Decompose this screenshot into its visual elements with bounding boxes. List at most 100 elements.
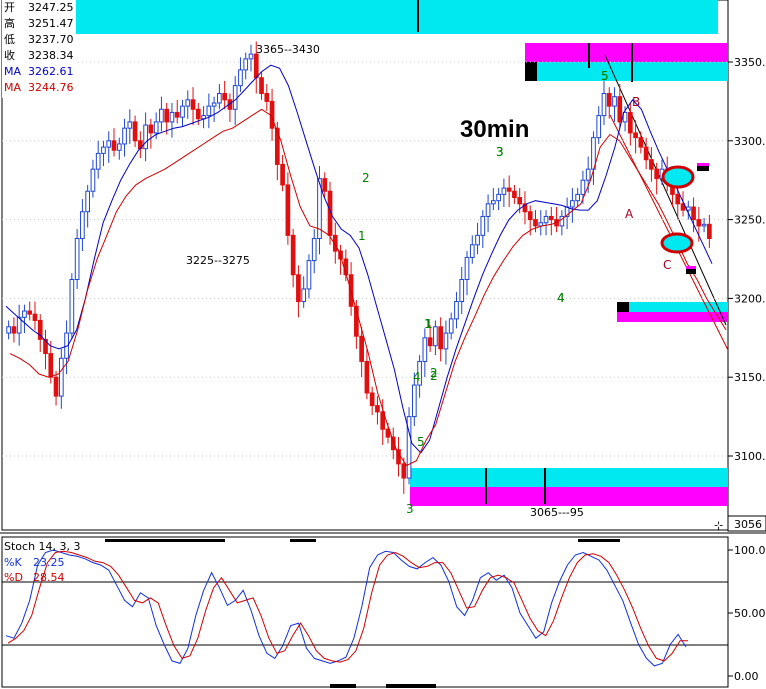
last-price-label: 3056 bbox=[734, 518, 762, 531]
candle-down bbox=[322, 178, 328, 192]
candle-up bbox=[106, 140, 112, 148]
wave-label: 4 bbox=[557, 291, 565, 305]
candle-down bbox=[375, 405, 380, 413]
candle-up bbox=[69, 278, 75, 334]
candle-down bbox=[190, 99, 196, 110]
stoch-panel-border bbox=[1, 536, 729, 688]
candle-up bbox=[311, 238, 317, 262]
candle-down bbox=[512, 190, 517, 199]
candle-up bbox=[469, 244, 475, 258]
candle-up bbox=[85, 190, 91, 213]
candle-up bbox=[433, 326, 438, 347]
y-tick-label: 3300. bbox=[734, 135, 766, 148]
candle-up bbox=[485, 203, 491, 217]
candle-up bbox=[459, 278, 465, 303]
zone-top-cyan bbox=[2, 0, 718, 34]
wave-label: 2 bbox=[430, 369, 438, 383]
candle-down bbox=[27, 310, 33, 315]
candle-up bbox=[143, 124, 148, 150]
candle-down bbox=[517, 197, 523, 205]
candle-down bbox=[533, 219, 538, 227]
candle-up bbox=[491, 200, 496, 205]
wave-label: 3 bbox=[406, 502, 414, 516]
y-tick-label: 3350. bbox=[734, 56, 766, 69]
stoch-y-tick-label: 100.00 bbox=[734, 544, 766, 557]
candle-up bbox=[501, 187, 507, 195]
ma2-label: MA bbox=[4, 81, 21, 94]
candle-down bbox=[53, 376, 59, 397]
candle-up bbox=[238, 69, 243, 87]
candle-down bbox=[627, 111, 633, 134]
candle-up bbox=[232, 85, 238, 110]
candle-up bbox=[443, 332, 449, 350]
wave-label: C bbox=[663, 258, 671, 272]
stoch-title: Stoch 14, 3, 3 bbox=[4, 540, 81, 553]
candle-down bbox=[548, 215, 554, 221]
candle-up bbox=[422, 337, 428, 362]
candle-up bbox=[58, 357, 64, 397]
wave-label: 1 bbox=[425, 317, 433, 331]
candle-down bbox=[253, 53, 259, 79]
candle-down bbox=[606, 93, 612, 107]
candle-up bbox=[22, 310, 27, 318]
low-label: 低 bbox=[4, 33, 15, 46]
candle-up bbox=[116, 143, 122, 151]
candle-down bbox=[164, 108, 170, 123]
candle-up bbox=[127, 121, 133, 129]
wave-label: A bbox=[625, 207, 634, 221]
candle-down bbox=[132, 121, 138, 142]
wave-label: 5 bbox=[601, 69, 609, 83]
zone-3350-block bbox=[525, 62, 537, 81]
wave-label: 5 bbox=[417, 435, 425, 449]
candle-down bbox=[285, 184, 291, 236]
candle-up bbox=[301, 288, 307, 303]
candle-up bbox=[475, 234, 480, 246]
ellipse-upper bbox=[661, 165, 695, 189]
info-box: 开 3247.25 高 3251.47 低 3237.70 收 3238.34 … bbox=[2, 0, 76, 98]
high-value: 3251.47 bbox=[28, 17, 74, 30]
stoch-k-label: %K bbox=[4, 556, 22, 569]
timeframe-label: 30min bbox=[460, 116, 529, 143]
candle-up bbox=[169, 111, 175, 123]
wave-label: B bbox=[632, 95, 640, 109]
candle-up bbox=[496, 193, 501, 202]
stoch-marker-4 bbox=[330, 684, 356, 688]
candle-up bbox=[596, 115, 602, 139]
y-tick-label: 3100. bbox=[734, 450, 766, 463]
candle-down bbox=[675, 193, 681, 205]
wave-label: 3 bbox=[496, 145, 504, 159]
zone-3350-magenta bbox=[525, 43, 728, 62]
candle-down bbox=[527, 211, 533, 221]
candle-down bbox=[290, 234, 296, 276]
candle-up bbox=[90, 168, 96, 192]
candle-up bbox=[206, 105, 212, 117]
low-value: 3237.70 bbox=[28, 33, 74, 46]
zone-3350-cyan bbox=[525, 62, 728, 81]
y-tick-label: 3200. bbox=[734, 292, 766, 305]
close-label: 收 bbox=[4, 48, 15, 62]
marker-lower-right-pink bbox=[686, 266, 696, 269]
candle-down bbox=[259, 77, 264, 95]
stoch-k-value: 23.25 bbox=[33, 556, 65, 569]
candle-down bbox=[691, 206, 696, 221]
marker-upper-right-pink bbox=[697, 163, 709, 166]
candle-up bbox=[585, 168, 591, 181]
candle-up bbox=[217, 93, 222, 104]
stoch-marker-2 bbox=[290, 539, 316, 542]
candle-up bbox=[701, 223, 707, 227]
candle-down bbox=[427, 337, 433, 347]
candle-down bbox=[48, 353, 54, 378]
wave-label: 4 bbox=[413, 370, 421, 384]
candle-down bbox=[111, 140, 117, 151]
candle-up bbox=[101, 146, 106, 154]
stoch-d-value: 28.54 bbox=[33, 571, 65, 584]
candle-up bbox=[464, 256, 470, 280]
candle-down bbox=[707, 223, 712, 240]
candle-down bbox=[359, 335, 364, 362]
candle-up bbox=[448, 318, 454, 334]
candle-down bbox=[296, 274, 301, 303]
wave-label: 1 bbox=[358, 229, 366, 243]
range-mid-label: 3225--3275 bbox=[186, 254, 250, 267]
stoch-marker-1 bbox=[105, 539, 225, 542]
candle-up bbox=[612, 96, 617, 107]
